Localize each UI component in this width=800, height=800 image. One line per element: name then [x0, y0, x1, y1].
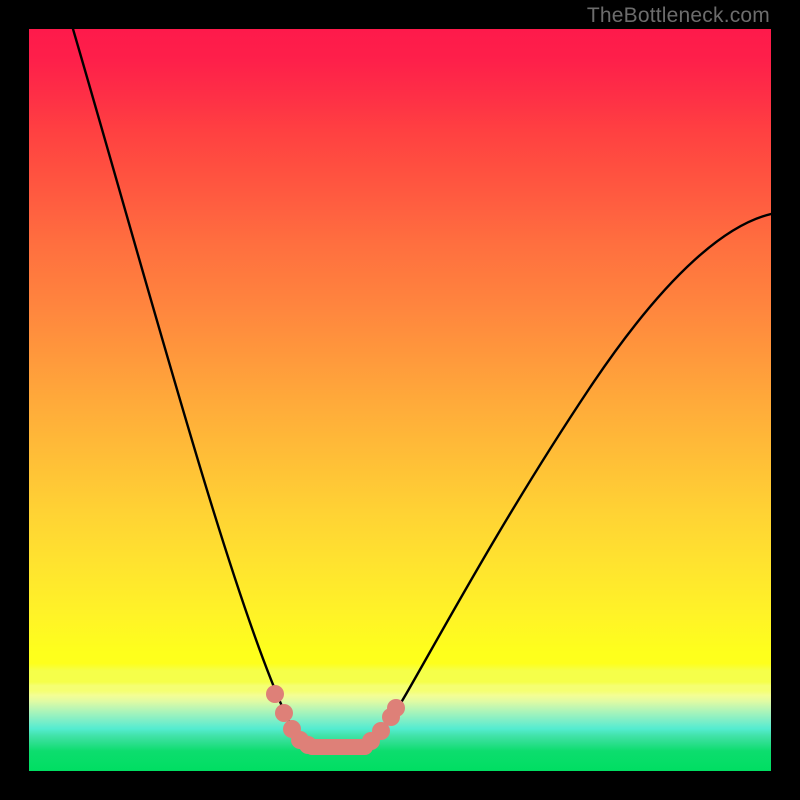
chart-frame: TheBottleneck.com: [0, 0, 800, 800]
curve-layer: [29, 29, 771, 771]
highlight-dot: [387, 699, 405, 717]
highlight-dot: [266, 685, 284, 703]
highlight-dot: [275, 704, 293, 722]
plot-area: [29, 29, 771, 771]
watermark-text: TheBottleneck.com: [587, 4, 770, 28]
highlight-dot: [299, 736, 317, 754]
bottleneck-curve: [73, 29, 771, 747]
